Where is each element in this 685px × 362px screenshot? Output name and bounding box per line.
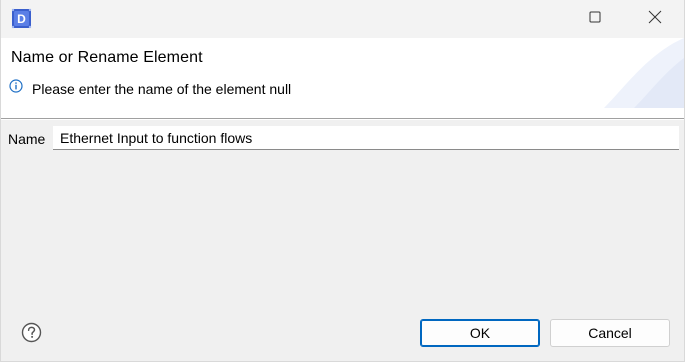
- info-icon: [9, 79, 23, 93]
- name-input[interactable]: [53, 126, 679, 150]
- close-icon: [648, 10, 662, 29]
- header-banner-graphic: [604, 38, 684, 108]
- dialog-header: Name or Rename Element Please enter the …: [1, 38, 684, 118]
- help-icon[interactable]: [21, 322, 42, 343]
- dialog-message: Please enter the name of the element nul…: [32, 81, 292, 97]
- title-bar[interactable]: D: [1, 0, 684, 38]
- dialog-title: Name or Rename Element: [11, 49, 203, 66]
- d-logo-icon: D: [11, 8, 32, 29]
- rename-dialog: D Name or Rename Element Please enter th…: [0, 0, 685, 362]
- close-button[interactable]: [632, 0, 678, 38]
- header-divider-highlight: [1, 119, 684, 120]
- ok-button[interactable]: OK: [420, 319, 540, 347]
- maximize-button[interactable]: [572, 0, 618, 38]
- maximize-icon: [589, 10, 601, 28]
- minimize-icon: [543, 10, 555, 28]
- name-label: Name: [8, 131, 46, 147]
- cancel-button[interactable]: Cancel: [550, 319, 670, 347]
- svg-text:D: D: [17, 12, 26, 26]
- minimize-button[interactable]: [526, 0, 572, 38]
